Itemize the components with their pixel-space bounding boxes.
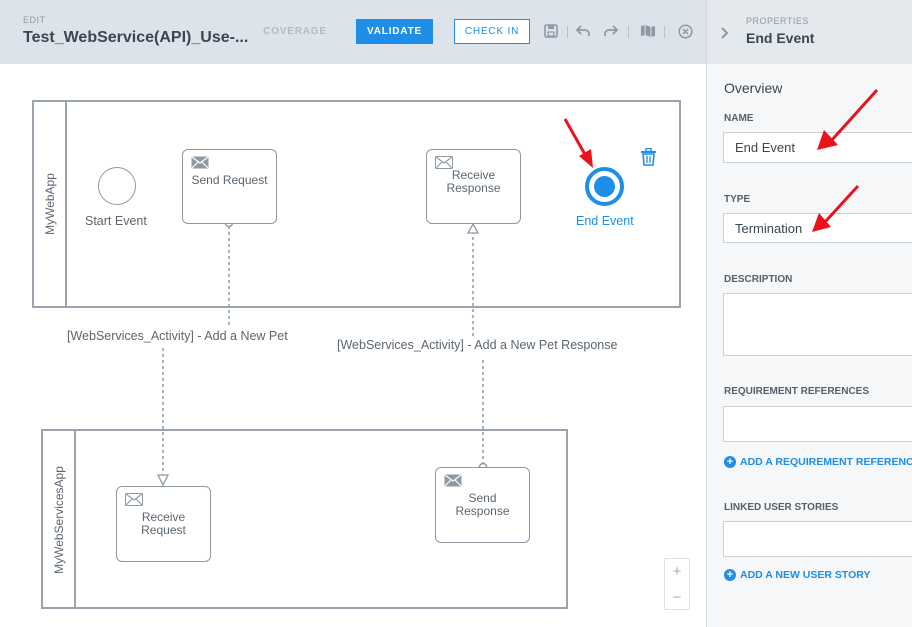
properties-label: PROPERTIES	[746, 16, 809, 26]
properties-panel: Overview NAME End Event TYPE Termination…	[706, 64, 912, 627]
task-label-line: Request	[141, 523, 186, 537]
envelope-icon	[191, 156, 209, 169]
end-event[interactable]	[585, 167, 624, 206]
requirement-references-label: REQUIREMENT REFERENCES	[724, 386, 870, 397]
zoom-in-button[interactable]: +	[665, 559, 689, 585]
envelope-icon	[435, 156, 453, 169]
close-circle-icon[interactable]	[676, 22, 694, 40]
start-event-label: Start Event	[85, 214, 147, 228]
toolbar-divider	[628, 26, 629, 38]
requirement-references-field[interactable]	[723, 406, 912, 442]
annotation-arrow	[812, 184, 860, 232]
redo-icon[interactable]	[602, 22, 620, 40]
properties-title: End Event	[746, 30, 815, 46]
annotation-arrow	[563, 118, 593, 168]
task-send-response[interactable]: Send Response	[435, 467, 530, 543]
message-flow-label[interactable]: [WebServices_Activity] - Add a New Pet R…	[337, 338, 617, 352]
map-icon[interactable]	[639, 22, 657, 40]
document-title[interactable]: Test_WebService(API)_Use-...	[23, 29, 248, 47]
undo-icon[interactable]	[574, 22, 592, 40]
plus-circle-icon: +	[724, 456, 736, 468]
task-label-line: Response	[455, 504, 510, 518]
task-label-line: Response	[446, 180, 501, 195]
description-field[interactable]	[723, 293, 912, 356]
zoom-control: + −	[664, 558, 690, 610]
properties-header: PROPERTIES End Event	[706, 0, 912, 64]
add-requirement-link[interactable]: + ADD A REQUIREMENT REFERENCE	[724, 456, 912, 468]
validate-button[interactable]: VALIDATE	[356, 19, 433, 44]
message-flow-label[interactable]: [WebServices_Activity] - Add a New Pet	[67, 329, 288, 343]
chevron-right-icon[interactable]	[721, 26, 729, 44]
zoom-out-button[interactable]: −	[665, 585, 689, 611]
plus-circle-icon: +	[724, 569, 736, 581]
toolbar-divider	[567, 26, 568, 38]
add-user-story-link[interactable]: + ADD A NEW USER STORY	[724, 569, 870, 581]
save-icon[interactable]	[542, 22, 560, 40]
editor-toolbar: EDIT Test_WebService(API)_Use-... COVERA…	[0, 0, 706, 64]
add-user-story-label: ADD A NEW USER STORY	[740, 569, 871, 581]
add-requirement-label: ADD A REQUIREMENT REFERENCE	[740, 456, 912, 468]
envelope-icon	[125, 493, 143, 506]
task-label-line: Receive	[451, 167, 496, 182]
description-label: DESCRIPTION	[724, 274, 793, 285]
task-receive-response[interactable]: Receive Response	[426, 149, 521, 224]
name-label: NAME	[724, 113, 754, 124]
task-send-request[interactable]: Send Request	[182, 149, 277, 224]
task-label: Send Request	[191, 173, 268, 187]
end-event-core	[594, 176, 615, 197]
type-label: TYPE	[724, 194, 751, 205]
end-event-label: End Event	[576, 214, 634, 228]
linked-user-stories-label: LINKED USER STORIES	[724, 502, 839, 513]
check-in-button[interactable]: CHECK IN	[454, 19, 530, 44]
toolbar-divider	[664, 26, 665, 38]
diagram-canvas[interactable]: MyWebApp MyWebServicesApp [WebServices_A…	[0, 64, 706, 627]
edit-label: EDIT	[23, 15, 46, 25]
overview-heading: Overview	[724, 80, 783, 96]
app-window: EDIT Test_WebService(API)_Use-... COVERA…	[0, 0, 912, 627]
envelope-icon	[444, 474, 462, 487]
trash-icon[interactable]	[640, 147, 657, 171]
coverage-button[interactable]: COVERAGE	[252, 19, 338, 44]
start-event[interactable]	[98, 167, 136, 205]
annotation-arrow	[817, 88, 879, 150]
task-receive-request[interactable]: Receive Request	[116, 486, 211, 562]
linked-user-stories-field[interactable]	[723, 521, 912, 557]
